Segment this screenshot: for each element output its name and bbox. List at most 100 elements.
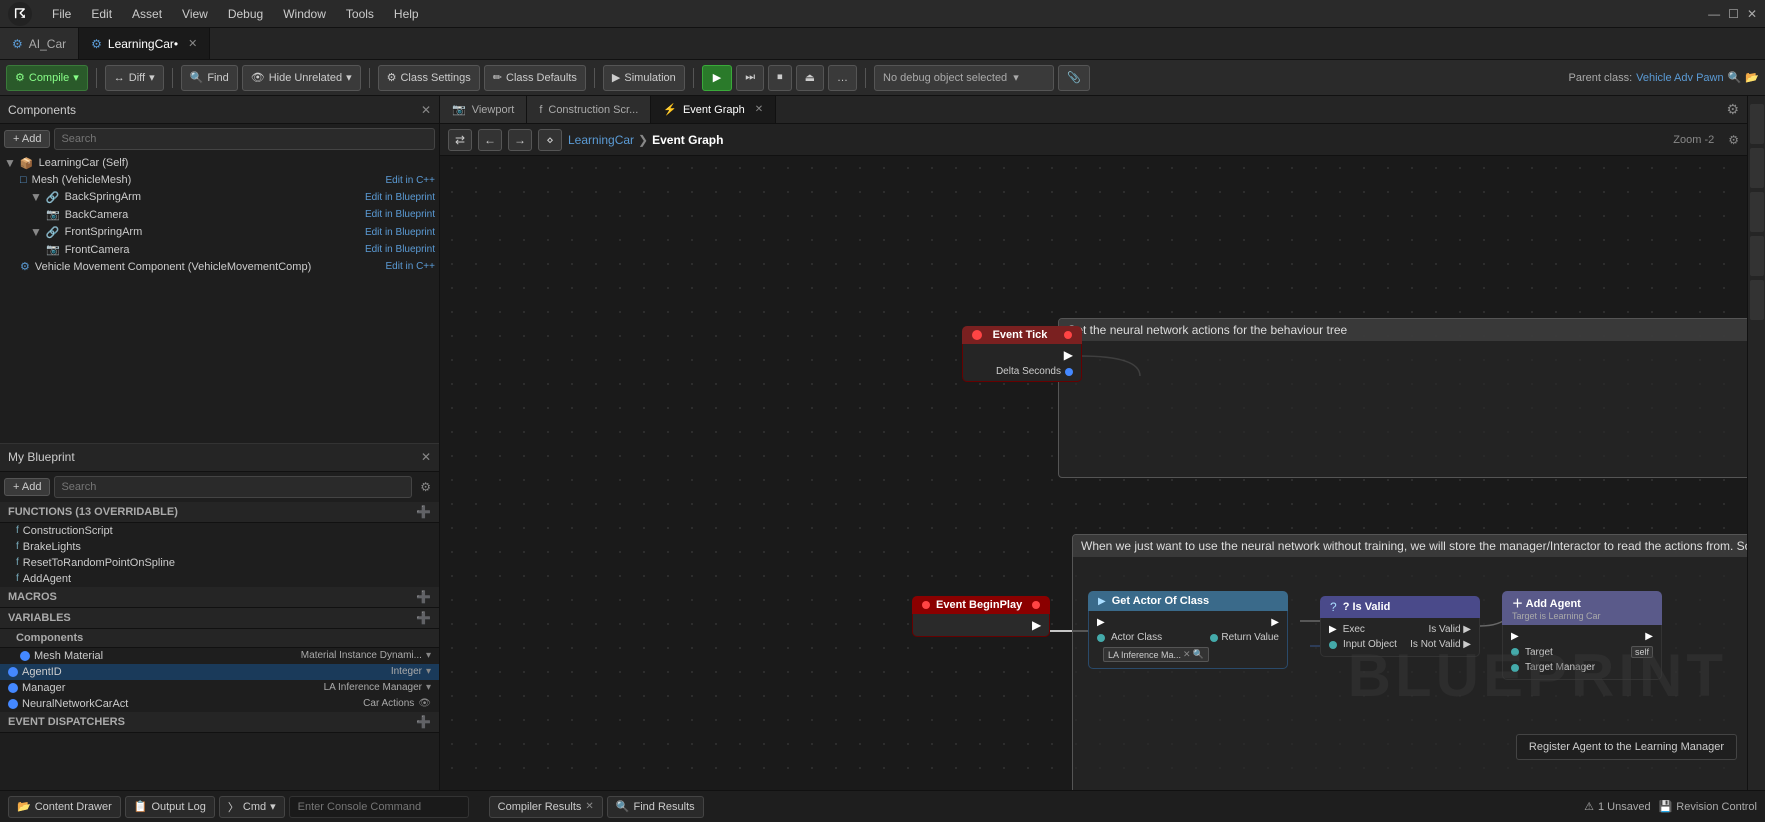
compiler-results-button[interactable]: Compiler Results ✕ — [489, 796, 603, 818]
menu-view[interactable]: View — [174, 5, 216, 23]
tree-item-vehiclemovement[interactable]: ⚙ Vehicle Movement Component (VehicleMov… — [0, 258, 439, 275]
variables-add-icon[interactable]: ➕ — [416, 611, 431, 625]
event-begin-play-node[interactable]: Event BeginPlay ▶ — [912, 596, 1050, 637]
simulation-button[interactable]: ▶ Simulation — [603, 65, 685, 91]
minimize-btn[interactable]: — — [1708, 7, 1720, 21]
tree-item-backcamera[interactable]: 📷 BackCamera Edit in Blueprint — [0, 206, 439, 223]
graph-settings-button[interactable]: ⚙ — [1718, 101, 1747, 118]
func-add-agent[interactable]: f AddAgent — [0, 571, 439, 587]
debug-selector[interactable]: No debug object selected ▾ — [874, 65, 1054, 91]
func-reset[interactable]: f ResetToRandomPointOnSpline — [0, 555, 439, 571]
right-collapse-btn-3[interactable] — [1750, 192, 1764, 232]
event-graph-close[interactable]: ✕ — [755, 104, 763, 115]
play-button[interactable]: ▶ — [702, 65, 732, 91]
right-collapse-btn-1[interactable] — [1750, 104, 1764, 144]
class-defaults-button[interactable]: ✏ Class Defaults — [484, 65, 586, 91]
backspringarm-edit-link[interactable]: Edit in Blueprint — [365, 192, 435, 203]
vehiclemovement-edit-link[interactable]: Edit in C++ — [386, 261, 435, 272]
blueprint-close[interactable]: ✕ — [421, 450, 431, 464]
more-button[interactable]: … — [828, 65, 857, 91]
menu-help[interactable]: Help — [386, 5, 427, 23]
components-add-button[interactable]: + Add — [4, 130, 50, 148]
eject-button[interactable]: ⏏ — [796, 65, 824, 91]
back-button[interactable]: ← — [478, 129, 502, 151]
variables-header[interactable]: VARIABLES ➕ — [0, 608, 439, 629]
frontcamera-edit-link[interactable]: Edit in Blueprint — [365, 244, 435, 255]
layout-button[interactable]: ⋄ — [538, 129, 562, 151]
frontspringarm-edit-link[interactable]: Edit in Blueprint — [365, 227, 435, 238]
menu-tools[interactable]: Tools — [338, 5, 382, 23]
var-eye-icon[interactable]: 👁 — [418, 698, 431, 709]
var-manager[interactable]: Manager LA Inference Manager ▾ — [0, 680, 439, 696]
viewport-tab[interactable]: 📷 Viewport — [440, 96, 527, 123]
add-agent-target-value[interactable]: self — [1631, 646, 1653, 658]
right-collapse-btn-4[interactable] — [1750, 236, 1764, 276]
tree-item-backspringarm[interactable]: ▼ 🔗 BackSpringArm Edit in Blueprint — [0, 188, 439, 206]
tab-ai-car[interactable]: ⚙ AI_Car — [0, 28, 79, 59]
right-collapse-btn-2[interactable] — [1750, 148, 1764, 188]
tree-item-frontspringarm[interactable]: ▼ 🔗 FrontSpringArm Edit in Blueprint — [0, 223, 439, 241]
var-neural-network[interactable]: NeuralNetworkCarAct Car Actions 👁 — [0, 696, 439, 712]
macros-header[interactable]: MACROS ➕ — [0, 587, 439, 608]
compiler-results-close[interactable]: ✕ — [585, 801, 593, 812]
backcamera-edit-link[interactable]: Edit in Blueprint — [365, 209, 435, 220]
tab-learning-car-close[interactable]: ✕ — [188, 37, 197, 50]
components-vars-header[interactable]: Components — [0, 629, 439, 648]
compile-dropdown-icon[interactable]: ▾ — [73, 71, 79, 84]
actor-class-browse[interactable]: 🔍 — [1193, 649, 1204, 660]
menu-file[interactable]: File — [44, 5, 79, 23]
hide-dropdown[interactable]: ▾ — [346, 71, 352, 84]
tree-item-frontcamera[interactable]: 📷 FrontCamera Edit in Blueprint — [0, 241, 439, 258]
close-btn[interactable]: ✕ — [1747, 7, 1757, 21]
cmd-button[interactable]: 〉 Cmd ▾ — [219, 796, 285, 818]
tree-item-mesh[interactable]: □ Mesh (VehicleMesh) Edit in C++ — [0, 172, 439, 188]
breadcrumb-root[interactable]: LearningCar — [568, 133, 634, 147]
forward-button[interactable]: → — [508, 129, 532, 151]
parent-class-value[interactable]: Vehicle Adv Pawn — [1636, 72, 1723, 84]
tree-item-learningcar[interactable]: ▼ 📦 LearningCar (Self) — [0, 154, 439, 172]
actor-class-clear[interactable]: ✕ — [1183, 649, 1191, 660]
construction-tab[interactable]: f Construction Scr... — [527, 96, 651, 123]
hide-unrelated-button[interactable]: 👁 Hide Unrelated ▾ — [242, 65, 361, 91]
debug-action-btn[interactable]: 📎 — [1058, 65, 1090, 91]
compile-button[interactable]: ⚙ Compile ▾ — [6, 65, 88, 91]
cmd-dropdown[interactable]: ▾ — [270, 800, 276, 813]
blueprint-add-button[interactable]: + Add — [4, 478, 50, 496]
add-agent-node[interactable]: ＋ Add Agent Target is Learning Car ▶ ▶ T… — [1502, 591, 1662, 680]
is-valid-node[interactable]: ? ? Is Valid ▶ Exec Is Valid ▶ Input Obj… — [1320, 596, 1480, 657]
content-drawer-button[interactable]: 📂 Content Drawer — [8, 796, 121, 818]
var-agent-id[interactable]: AgentID Integer ▾ — [0, 664, 439, 680]
functions-add-icon[interactable]: ➕ — [416, 505, 431, 519]
browse-icon[interactable]: 📂 — [1745, 71, 1759, 84]
find-results-button[interactable]: 🔍 Find Results — [607, 796, 704, 818]
components-search-input[interactable] — [54, 128, 435, 150]
menu-window[interactable]: Window — [275, 5, 334, 23]
var-mesh-material[interactable]: Mesh Material Material Instance Dynami..… — [0, 648, 439, 664]
mode-toggle[interactable]: ⇄ — [448, 129, 472, 151]
search-icon[interactable]: 🔍 — [1728, 71, 1742, 84]
mesh-edit-link[interactable]: Edit in C++ — [386, 175, 435, 186]
maximize-btn[interactable]: ☐ — [1728, 7, 1739, 21]
components-close[interactable]: ✕ — [421, 103, 431, 117]
event-dispatchers-add-icon[interactable]: ➕ — [416, 715, 431, 729]
stop-button[interactable]: ⏹ — [768, 65, 792, 91]
actor-class-dropdown[interactable]: LA Inference Ma... ✕ 🔍 — [1103, 647, 1209, 662]
find-button[interactable]: 🔍 Find — [181, 65, 238, 91]
diff-button[interactable]: ↔ Diff ▾ — [105, 65, 164, 91]
func-brakelights[interactable]: f BrakeLights — [0, 539, 439, 555]
step-button[interactable]: ⏭ — [736, 65, 764, 91]
menu-asset[interactable]: Asset — [124, 5, 170, 23]
menu-debug[interactable]: Debug — [220, 5, 271, 23]
event-dispatchers-header[interactable]: EVENT DISPATCHERS ➕ — [0, 712, 439, 733]
diff-dropdown[interactable]: ▾ — [149, 71, 155, 84]
menu-edit[interactable]: Edit — [83, 5, 120, 23]
cmd-input[interactable] — [289, 796, 469, 818]
func-construction-script[interactable]: f ConstructionScript — [0, 523, 439, 539]
blueprint-settings-icon[interactable]: ⚙ — [416, 480, 435, 494]
output-log-button[interactable]: 📋 Output Log — [125, 796, 215, 818]
unsaved-status[interactable]: ⚠ 1 Unsaved — [1584, 800, 1650, 813]
tab-learning-car[interactable]: ⚙ LearningCar• ✕ — [79, 28, 210, 59]
graph-canvas[interactable]: Get the neural network actions for the b… — [440, 156, 1747, 790]
graph-view-settings-icon[interactable]: ⚙ — [1728, 133, 1739, 147]
get-actor-node[interactable]: ▶ Get Actor Of Class ▶ ▶ Actor Class — [1088, 591, 1288, 669]
